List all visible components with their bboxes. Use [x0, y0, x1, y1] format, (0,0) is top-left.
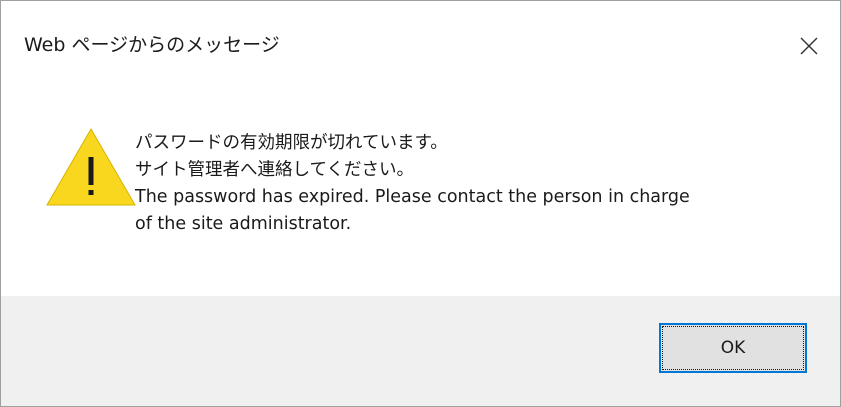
ok-button[interactable]: OK [659, 323, 807, 373]
title-bar: Web ページからのメッセージ [1, 1, 840, 87]
dialog-footer: OK [1, 296, 840, 406]
close-button[interactable] [786, 23, 832, 69]
message-dialog: Web ページからのメッセージ パスワードの有効期限が切れています。 サイト管理… [0, 0, 841, 407]
message-line: of the site administrator. [135, 214, 352, 234]
message-line: サイト管理者へ連絡してください。 [135, 160, 414, 180]
dialog-title: Web ページからのメッセージ [24, 34, 280, 56]
warning-icon [46, 128, 136, 206]
message-text: パスワードの有効期限が切れています。 サイト管理者へ連絡してください。 The … [135, 130, 690, 238]
dialog-content: パスワードの有効期限が切れています。 サイト管理者へ連絡してください。 The … [1, 87, 840, 296]
close-icon [800, 37, 818, 55]
message-line: パスワードの有効期限が切れています。 [135, 133, 448, 153]
message-line: The password has expired. Please contact… [135, 187, 690, 207]
